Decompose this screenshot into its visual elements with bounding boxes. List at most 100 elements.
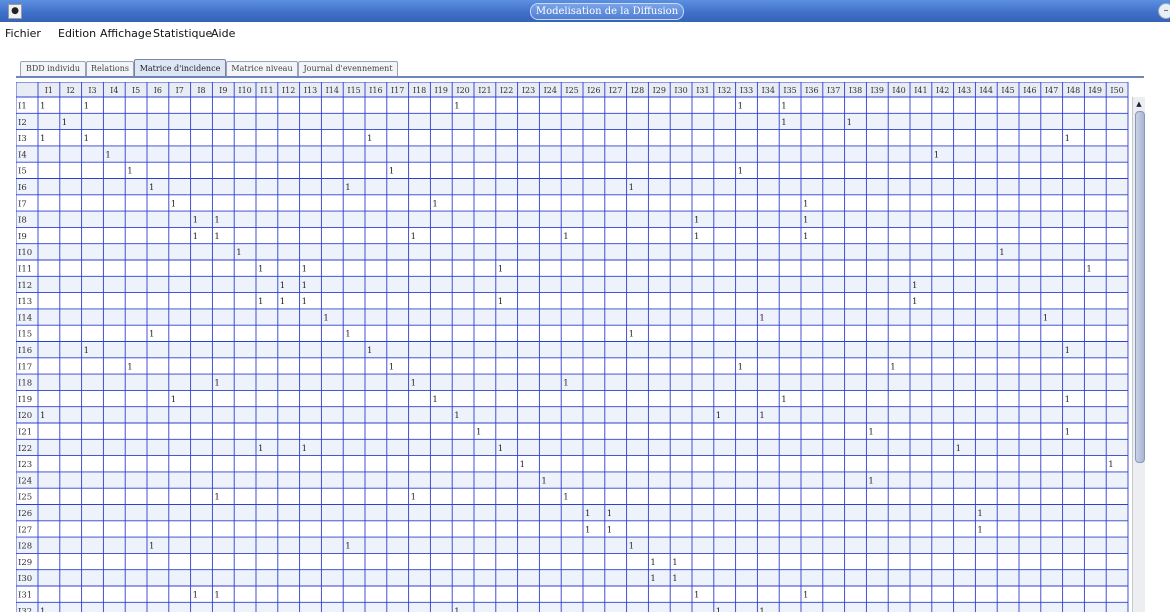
matrix-cell-value[interactable]: 1 bbox=[498, 265, 503, 275]
matrix-cell-value[interactable]: 1 bbox=[258, 297, 263, 307]
column-header[interactable]: I34 bbox=[762, 86, 775, 95]
matrix-cell-value[interactable]: 1 bbox=[1065, 395, 1070, 405]
matrix-cell-value[interactable]: 1 bbox=[650, 558, 655, 568]
column-header[interactable]: I29 bbox=[653, 86, 666, 95]
matrix-cell-value[interactable]: 1 bbox=[868, 428, 873, 438]
column-header[interactable]: I23 bbox=[522, 86, 535, 95]
matrix-cell-value[interactable]: 1 bbox=[454, 102, 459, 112]
row-header[interactable]: I21 bbox=[18, 428, 32, 438]
matrix-cell-value[interactable]: 1 bbox=[367, 346, 372, 356]
column-header[interactable]: I9 bbox=[219, 86, 227, 95]
vertical-scrollbar[interactable]: ▲ bbox=[1132, 97, 1145, 612]
matrix-cell-value[interactable]: 1 bbox=[214, 379, 219, 389]
row-header[interactable]: I18 bbox=[18, 379, 32, 389]
column-header[interactable]: I7 bbox=[176, 86, 184, 95]
tab-journal[interactable]: Journal d'evennement bbox=[298, 61, 398, 76]
column-header[interactable]: I4 bbox=[110, 86, 118, 95]
matrix-cell-value[interactable]: 1 bbox=[258, 265, 263, 275]
matrix-cell-value[interactable]: 1 bbox=[149, 183, 154, 193]
matrix-cell-value[interactable]: 1 bbox=[977, 509, 982, 519]
column-header[interactable]: I41 bbox=[914, 86, 927, 95]
matrix-cell-value[interactable]: 1 bbox=[1108, 460, 1113, 470]
matrix-cell-value[interactable]: 1 bbox=[629, 330, 634, 340]
matrix-cell-value[interactable]: 1 bbox=[781, 102, 786, 112]
column-header[interactable]: I46 bbox=[1023, 86, 1036, 95]
matrix-cell-value[interactable]: 1 bbox=[803, 232, 808, 242]
row-header[interactable]: I8 bbox=[18, 216, 27, 226]
column-header[interactable]: I35 bbox=[783, 86, 796, 95]
column-header[interactable]: I45 bbox=[1001, 86, 1014, 95]
row-header[interactable]: I6 bbox=[18, 183, 27, 193]
column-header[interactable]: I1 bbox=[45, 86, 53, 95]
matrix-grid[interactable]: I1 I2 I3 I4 I5 I6 I7 I8 I9 I10 I11 I12 I13 I14 I15 I16 I… bbox=[16, 82, 1132, 612]
matrix-cell-value[interactable]: 1 bbox=[302, 281, 307, 291]
menu-aide[interactable]: Aide bbox=[211, 27, 235, 40]
matrix-cell-value[interactable]: 1 bbox=[84, 102, 89, 112]
matrix-cell-value[interactable]: 1 bbox=[759, 313, 764, 323]
column-header[interactable]: I10 bbox=[238, 86, 251, 95]
matrix-cell-value[interactable]: 1 bbox=[302, 265, 307, 275]
matrix-cell-value[interactable]: 1 bbox=[432, 199, 437, 209]
menu-statistique[interactable]: Statistique bbox=[153, 27, 212, 40]
column-header[interactable]: I37 bbox=[827, 86, 840, 95]
column-header[interactable]: I3 bbox=[88, 86, 96, 95]
matrix-cell-value[interactable]: 1 bbox=[541, 476, 546, 486]
matrix-cell-value[interactable]: 1 bbox=[171, 395, 176, 405]
matrix-cell-value[interactable]: 1 bbox=[563, 232, 568, 242]
column-header[interactable]: I14 bbox=[326, 86, 339, 95]
matrix-cell-value[interactable]: 1 bbox=[280, 281, 285, 291]
column-header[interactable]: I48 bbox=[1067, 86, 1080, 95]
matrix-cell-value[interactable]: 1 bbox=[214, 232, 219, 242]
column-header[interactable]: I42 bbox=[936, 86, 949, 95]
matrix-cell-value[interactable]: 1 bbox=[40, 411, 45, 421]
row-header[interactable]: I17 bbox=[18, 362, 32, 372]
matrix-cell-value[interactable]: 1 bbox=[345, 542, 350, 552]
matrix-cell-value[interactable]: 1 bbox=[389, 362, 394, 372]
matrix-cell-value[interactable]: 1 bbox=[759, 411, 764, 421]
column-header[interactable]: I25 bbox=[565, 86, 578, 95]
column-header[interactable]: I8 bbox=[197, 86, 205, 95]
matrix-cell-value[interactable]: 1 bbox=[803, 591, 808, 601]
matrix-cell-value[interactable]: 1 bbox=[999, 248, 1004, 258]
row-header[interactable]: I22 bbox=[18, 444, 32, 454]
matrix-cell-value[interactable]: 1 bbox=[716, 607, 721, 612]
matrix-cell-value[interactable]: 1 bbox=[650, 574, 655, 584]
column-header[interactable]: I17 bbox=[391, 86, 404, 95]
matrix-cell-value[interactable]: 1 bbox=[149, 542, 154, 552]
matrix-cell-value[interactable]: 1 bbox=[1065, 346, 1070, 356]
matrix-cell-value[interactable]: 1 bbox=[411, 232, 416, 242]
matrix-cell-value[interactable]: 1 bbox=[193, 216, 198, 226]
matrix-cell-value[interactable]: 1 bbox=[912, 297, 917, 307]
matrix-cell-value[interactable]: 1 bbox=[302, 444, 307, 454]
matrix-cell-value[interactable]: 1 bbox=[214, 216, 219, 226]
column-header[interactable]: I19 bbox=[435, 86, 448, 95]
matrix-cell-value[interactable]: 1 bbox=[890, 362, 895, 372]
matrix-cell-value[interactable]: 1 bbox=[367, 134, 372, 144]
matrix-cell-value[interactable]: 1 bbox=[956, 444, 961, 454]
row-header[interactable]: I14 bbox=[18, 313, 32, 323]
matrix-cell-value[interactable]: 1 bbox=[84, 134, 89, 144]
column-header[interactable]: I33 bbox=[740, 86, 753, 95]
row-header[interactable]: I12 bbox=[18, 281, 32, 291]
matrix-cell-value[interactable]: 1 bbox=[868, 476, 873, 486]
column-header[interactable]: I47 bbox=[1045, 86, 1058, 95]
matrix-cell-value[interactable]: 1 bbox=[738, 102, 743, 112]
row-header[interactable]: I31 bbox=[18, 591, 32, 601]
matrix-cell-value[interactable]: 1 bbox=[40, 607, 45, 612]
column-header[interactable]: I16 bbox=[369, 86, 382, 95]
matrix-cell-value[interactable]: 1 bbox=[127, 362, 132, 372]
row-header[interactable]: I30 bbox=[18, 574, 32, 584]
column-header[interactable]: I21 bbox=[478, 86, 491, 95]
matrix-cell-value[interactable]: 1 bbox=[193, 232, 198, 242]
column-header[interactable]: I43 bbox=[958, 86, 971, 95]
row-header[interactable]: I28 bbox=[18, 542, 32, 552]
row-header[interactable]: I23 bbox=[18, 460, 32, 470]
matrix-cell-value[interactable]: 1 bbox=[40, 134, 45, 144]
row-header[interactable]: I25 bbox=[18, 493, 32, 503]
matrix-cell-value[interactable]: 1 bbox=[193, 591, 198, 601]
column-header[interactable]: I22 bbox=[500, 86, 513, 95]
row-header[interactable]: I15 bbox=[18, 330, 32, 340]
matrix-cell-value[interactable]: 1 bbox=[716, 411, 721, 421]
matrix-cell-value[interactable]: 1 bbox=[498, 297, 503, 307]
matrix-cell-value[interactable]: 1 bbox=[389, 167, 394, 177]
